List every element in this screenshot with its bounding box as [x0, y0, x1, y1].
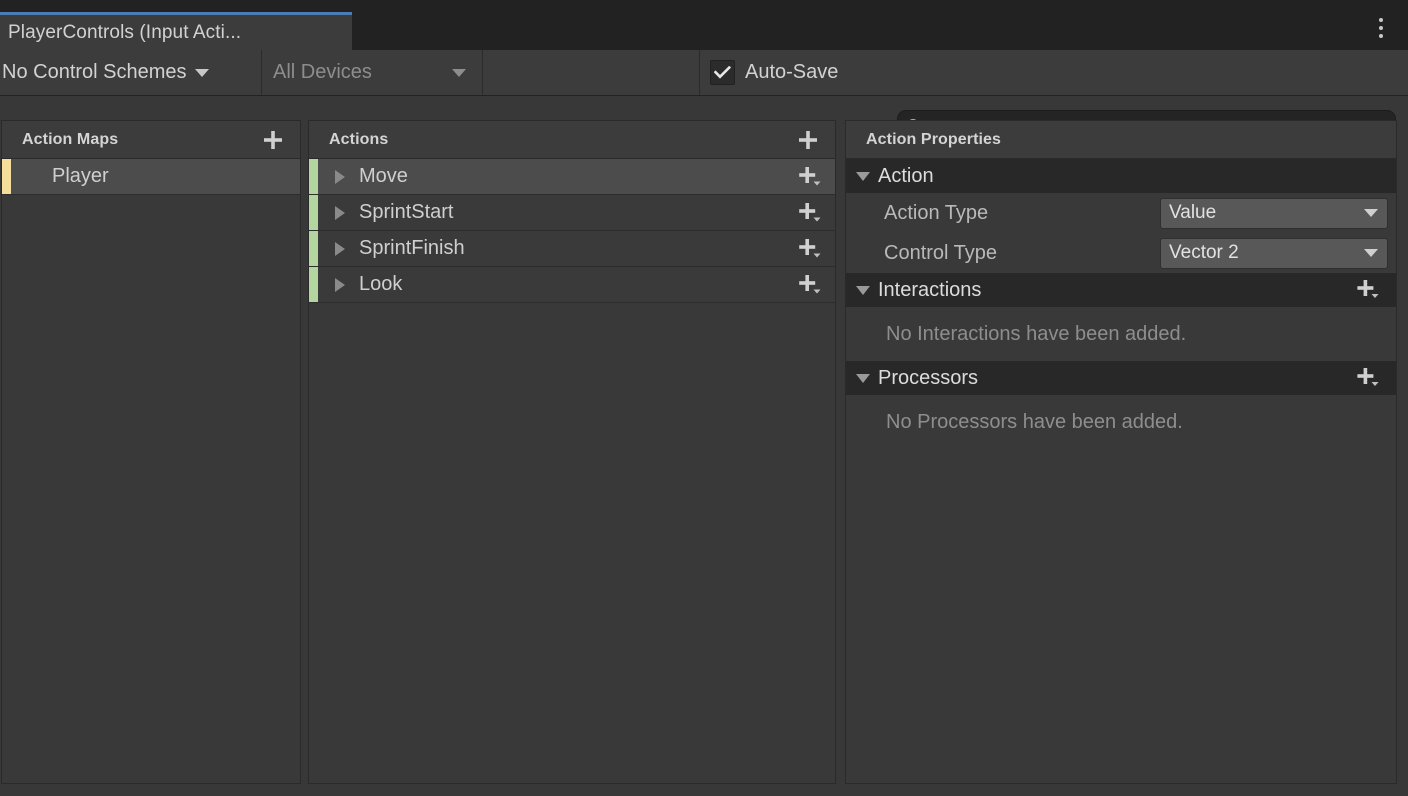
check-icon [714, 66, 731, 79]
action-maps-title: Action Maps [22, 130, 119, 148]
foldout-triangle-icon [856, 373, 870, 383]
add-action-map-button[interactable] [260, 127, 286, 153]
toolbar-spacer [484, 50, 700, 95]
plus-dropdown-icon [799, 238, 821, 257]
action-label: Look [359, 273, 403, 295]
processors-empty-text: No Processors have been added. [886, 410, 1183, 433]
action-row-sprintfinish[interactable]: SprintFinish [309, 231, 835, 267]
kebab-dot [1379, 18, 1383, 22]
control-type-dropdown[interactable]: Vector 2 [1160, 237, 1388, 269]
processors-section-body: No Processors have been added. [846, 395, 1396, 449]
action-type-value: Value [1169, 202, 1217, 223]
property-row-action-type: Action Type Value [846, 193, 1396, 233]
interactions-empty-text: No Interactions have been added. [886, 322, 1187, 345]
tab-playercontrols[interactable]: PlayerControls (Input Acti... [0, 12, 352, 50]
action-accent-bar [309, 231, 318, 266]
action-type-dropdown[interactable]: Value [1160, 197, 1388, 229]
auto-save-checkbox[interactable] [710, 60, 735, 85]
action-map-label: Player [52, 165, 109, 187]
control-schemes-label: No Control Schemes [2, 61, 187, 83]
actions-panel: Actions Move SprintStart SprintFinish Lo… [308, 120, 836, 784]
plus-icon [264, 130, 282, 149]
devices-label: All Devices [273, 61, 372, 83]
add-action-button[interactable] [795, 127, 821, 153]
plus-dropdown-icon [799, 166, 821, 185]
actions-header: Actions [309, 121, 835, 159]
add-binding-button[interactable] [797, 200, 825, 226]
action-maps-panel: Action Maps Player [1, 120, 301, 784]
add-binding-button[interactable] [797, 164, 825, 190]
expand-triangle-icon[interactable] [335, 277, 345, 292]
add-binding-button[interactable] [797, 272, 825, 298]
section-label: Processors [878, 366, 979, 389]
section-header-action[interactable]: Action [846, 159, 1396, 193]
expand-triangle-icon[interactable] [335, 241, 345, 256]
action-map-accent-bar [2, 159, 11, 194]
action-row-look[interactable]: Look [309, 267, 835, 303]
action-section-body: Action Type Value Control Type Vector 2 [846, 193, 1396, 273]
control-type-value: Vector 2 [1169, 242, 1239, 263]
expand-triangle-icon[interactable] [335, 169, 345, 184]
devices-dropdown[interactable]: All Devices [263, 50, 483, 95]
toolbar: No Control Schemes All Devices Auto-Save [0, 50, 1408, 141]
kebab-dot [1379, 26, 1383, 30]
tab-bar: PlayerControls (Input Acti... [0, 0, 1408, 50]
property-row-control-type: Control Type Vector 2 [846, 233, 1396, 273]
plus-dropdown-icon [799, 202, 821, 221]
kebab-dot [1379, 34, 1383, 38]
input-actions-editor-window: PlayerControls (Input Acti... No Control… [0, 0, 1408, 796]
auto-save-toggle[interactable]: Auto-Save [710, 50, 838, 95]
interactions-section-body: No Interactions have been added. [846, 307, 1396, 361]
plus-dropdown-icon [799, 274, 821, 293]
add-interaction-button[interactable] [1356, 277, 1382, 303]
action-row-move[interactable]: Move [309, 159, 835, 195]
chevron-down-icon [1364, 209, 1378, 217]
action-accent-bar [309, 159, 318, 194]
section-header-processors[interactable]: Processors [846, 361, 1396, 395]
kebab-menu-icon[interactable] [1372, 16, 1390, 40]
action-label: SprintStart [359, 201, 454, 223]
add-binding-button[interactable] [797, 236, 825, 262]
plus-dropdown-icon [1357, 280, 1379, 298]
auto-save-label: Auto-Save [745, 61, 839, 83]
action-map-row-player[interactable]: Player [2, 159, 300, 195]
section-label: Interactions [878, 278, 982, 301]
expand-triangle-icon[interactable] [335, 205, 345, 220]
add-processor-button[interactable] [1356, 365, 1382, 391]
tab-label: PlayerControls (Input Acti... [8, 21, 242, 43]
action-maps-list: Player [2, 159, 300, 195]
action-properties-panel: Action Properties Action Action Type Val… [845, 120, 1397, 784]
action-accent-bar [309, 195, 318, 230]
action-label: Move [359, 165, 408, 187]
chevron-down-icon [194, 68, 209, 77]
control-schemes-dropdown[interactable]: No Control Schemes [0, 50, 262, 95]
plus-dropdown-icon [1357, 368, 1379, 386]
property-label: Action Type [884, 201, 989, 224]
action-maps-header: Action Maps [2, 121, 300, 159]
foldout-triangle-icon [856, 171, 870, 181]
action-row-sprintstart[interactable]: SprintStart [309, 195, 835, 231]
actions-list: Move SprintStart SprintFinish Look [309, 159, 835, 303]
foldout-triangle-icon [856, 285, 870, 295]
property-label: Control Type [884, 241, 998, 264]
action-label: SprintFinish [359, 237, 465, 259]
plus-icon [799, 130, 817, 149]
chevron-down-icon [1364, 249, 1378, 257]
section-label: Action [878, 164, 934, 187]
section-header-interactions[interactable]: Interactions [846, 273, 1396, 307]
chevron-down-icon [452, 68, 466, 77]
action-properties-title: Action Properties [866, 130, 1002, 148]
actions-title: Actions [329, 130, 389, 148]
action-accent-bar [309, 267, 318, 302]
action-properties-header: Action Properties [846, 121, 1396, 159]
